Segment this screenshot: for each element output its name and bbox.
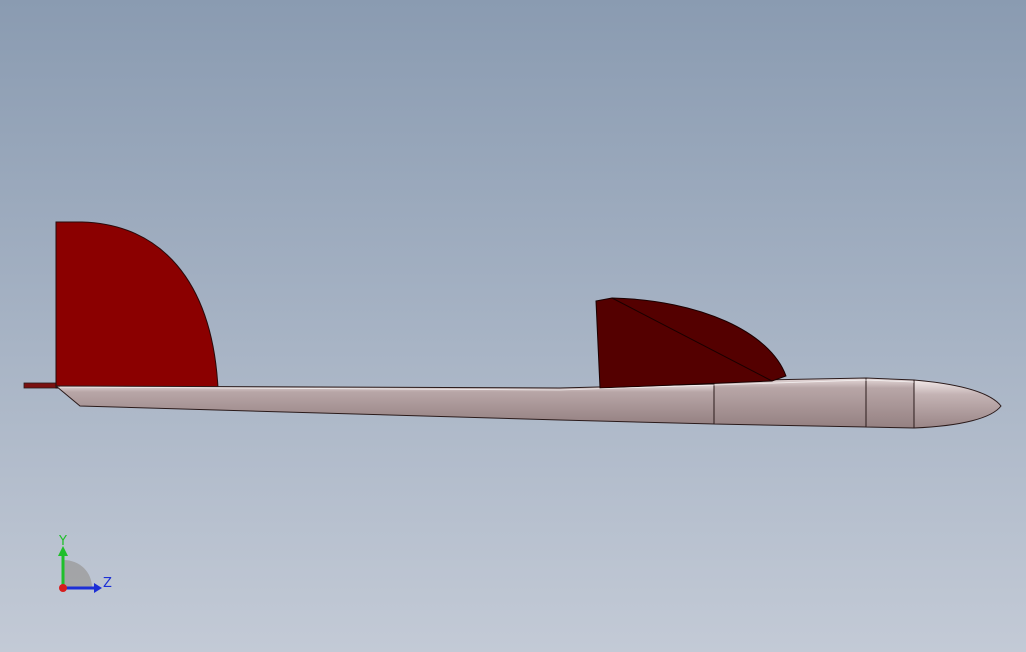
x-axis-dot <box>59 584 67 592</box>
graphics-viewport[interactable]: Y Z <box>0 0 1026 652</box>
y-axis-label: Y <box>58 534 67 549</box>
z-axis-arrowhead <box>94 583 102 593</box>
z-axis-label: Z <box>103 576 112 591</box>
triad-plane-shading <box>63 560 92 588</box>
main-wing[interactable] <box>595 297 787 389</box>
vertical-tail-fin[interactable] <box>55 221 219 389</box>
coordinate-triad[interactable]: Y Z <box>58 534 112 593</box>
fuselage-mid-section[interactable] <box>713 377 867 428</box>
tail-boom[interactable] <box>54 383 715 425</box>
fuselage-forward-section[interactable] <box>865 377 915 429</box>
model-view[interactable]: Y Z <box>0 0 1026 652</box>
nose-cone[interactable] <box>913 379 1002 429</box>
